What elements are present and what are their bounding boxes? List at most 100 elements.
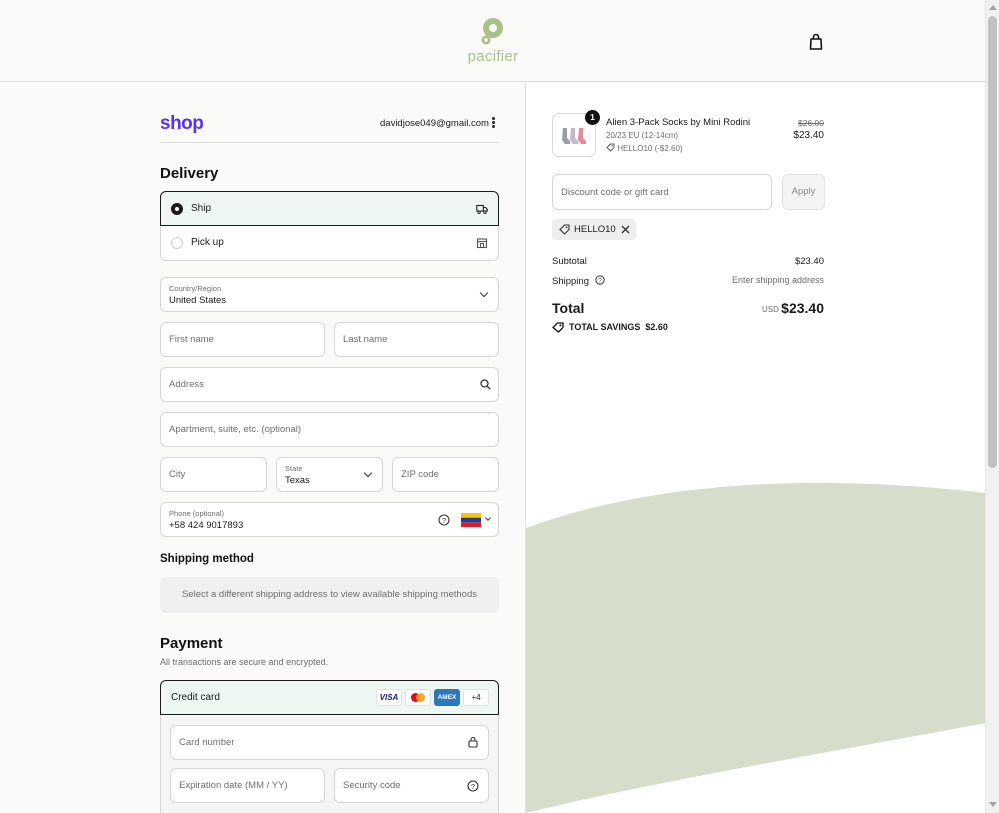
last-name-placeholder: Last name [343,334,388,345]
card-number-placeholder: Card number [179,737,235,748]
payment-heading: Payment [160,635,223,652]
expiration-date-field[interactable]: Expiration date (MM / YY) [170,768,325,803]
help-icon[interactable]: ? [438,514,450,526]
delivery-option-label: Pick up [191,237,224,248]
venezuela-flag-icon[interactable] [461,513,481,527]
product-variant: 20/23 EU (12-14cm) [606,131,679,140]
product-name: Alien 3-Pack Socks by Mini Rodini [606,117,751,128]
address-placeholder: Address [169,379,204,390]
store-icon [476,238,488,249]
chevron-down-icon [485,515,491,521]
phone-label: Phone (optional) [169,509,225,518]
visa-icon: VISA [376,689,402,706]
product-discount: HELLO10 (-$2.60) [606,143,683,153]
apply-button[interactable]: Apply [782,174,825,210]
shipping-method-notice: Select a different shipping address to v… [160,577,499,613]
savings-value: $2.60 [645,322,668,332]
total-savings: TOTAL SAVINGS $2.60 [569,322,668,332]
more-card-brands-badge: +4 [463,689,489,706]
first-name-field[interactable]: First name [160,322,325,357]
radio-selected-icon[interactable] [171,203,183,215]
delivery-heading: Delivery [160,165,219,182]
svg-text:?: ? [471,782,475,791]
total-currency: USD [762,305,779,314]
scroll-down-arrow-icon[interactable] [989,802,997,807]
zip-placeholder: ZIP code [401,469,439,480]
city-field[interactable]: City [160,457,267,492]
shipping-method-heading: Shipping method [160,553,254,565]
scroll-thumb[interactable] [988,16,997,468]
shipping-label: Shipping [552,276,589,287]
savings-tag-icon [552,322,564,333]
applied-discount-tag: HELLO10 [552,219,636,240]
product-discount-text: HELLO10 (-$2.60) [617,144,683,153]
page-scrollbar[interactable] [985,0,999,813]
original-price: $26.00 [798,118,824,128]
discount-code-input[interactable]: Discount code or gift card [552,174,772,210]
scroll-up-arrow-icon[interactable] [989,5,997,10]
search-icon[interactable] [480,379,491,390]
chevron-down-icon [479,288,489,298]
applied-discount-code: HELLO10 [574,224,616,235]
state-label: State [285,464,303,473]
order-summary: 1 Alien 3-Pack Socks by Mini Rodini 20/2… [525,83,985,813]
subtotal-value: $23.40 [794,256,824,267]
brand-logo[interactable]: pacifier [466,16,520,66]
security-code-field[interactable]: Security code ? [334,768,489,803]
amex-icon: AMEX [434,689,460,706]
address-field[interactable]: Address [160,367,499,402]
state-value: Texas [285,475,310,486]
subtotal-label: Subtotal [552,256,587,267]
checkout-form: shop davidjose049@gmail.com Delivery Shi… [0,83,525,813]
shopping-bag-icon[interactable] [808,33,824,51]
shipping-value: Enter shipping address [731,275,824,285]
apartment-field[interactable]: Apartment, suite, etc. (optional) [160,412,499,447]
total-label: Total [552,300,585,316]
country-select[interactable]: Country/Region United States [160,277,499,312]
total-value: $23.40 [781,300,824,316]
credit-card-option[interactable]: Credit card VISA AMEX +4 [160,680,499,715]
country-value: United States [169,295,227,306]
city-placeholder: City [169,469,186,480]
delivery-option-label: Ship [191,203,212,214]
tag-icon [559,224,570,235]
quantity-badge: 1 [585,110,600,125]
phone-field[interactable]: Phone (optional) +58 424 9017893 ? [160,502,499,537]
country-label: Country/Region [169,284,222,293]
help-icon[interactable]: ? [594,275,605,285]
svg-text:?: ? [442,516,446,525]
savings-label: TOTAL SAVINGS [569,322,641,332]
close-icon[interactable] [621,225,630,234]
help-icon[interactable]: ? [467,780,479,792]
radio-unselected-icon[interactable] [171,237,183,249]
shop-pay-logo: shop [160,113,204,134]
shipping-row: Shipping ? [552,275,605,287]
discounted-price: $23.40 [793,130,824,141]
card-number-field[interactable]: Card number [170,725,489,760]
apartment-placeholder: Apartment, suite, etc. (optional) [169,424,302,435]
mastercard-icon [405,689,431,706]
zip-field[interactable]: ZIP code [392,457,499,492]
lock-icon [468,736,478,748]
more-options-icon[interactable] [492,117,496,129]
credit-card-label: Credit card [171,692,220,703]
delivery-option-pickup[interactable]: Pick up [161,226,498,260]
divider [160,142,499,143]
chevron-down-icon [363,468,373,478]
first-name-placeholder: First name [169,334,214,345]
tag-icon [606,143,615,152]
discount-code-placeholder: Discount code or gift card [561,187,669,198]
decorative-wave [526,483,985,813]
payment-subtitle: All transactions are secure and encrypte… [160,657,329,667]
pacifier-logo-mark [481,18,503,45]
svg-text:?: ? [598,277,602,284]
state-select[interactable]: State Texas [276,457,383,492]
delivery-method-group: Ship Pick up [160,191,499,261]
truck-icon [476,204,488,214]
phone-value: +58 424 9017893 [169,520,244,531]
security-code-placeholder: Security code [343,780,401,791]
credit-card-form: Card number Expiration date (MM / YY) Se… [160,715,499,813]
header: pacifier [0,0,985,82]
delivery-option-ship[interactable]: Ship [160,191,499,226]
last-name-field[interactable]: Last name [334,322,499,357]
